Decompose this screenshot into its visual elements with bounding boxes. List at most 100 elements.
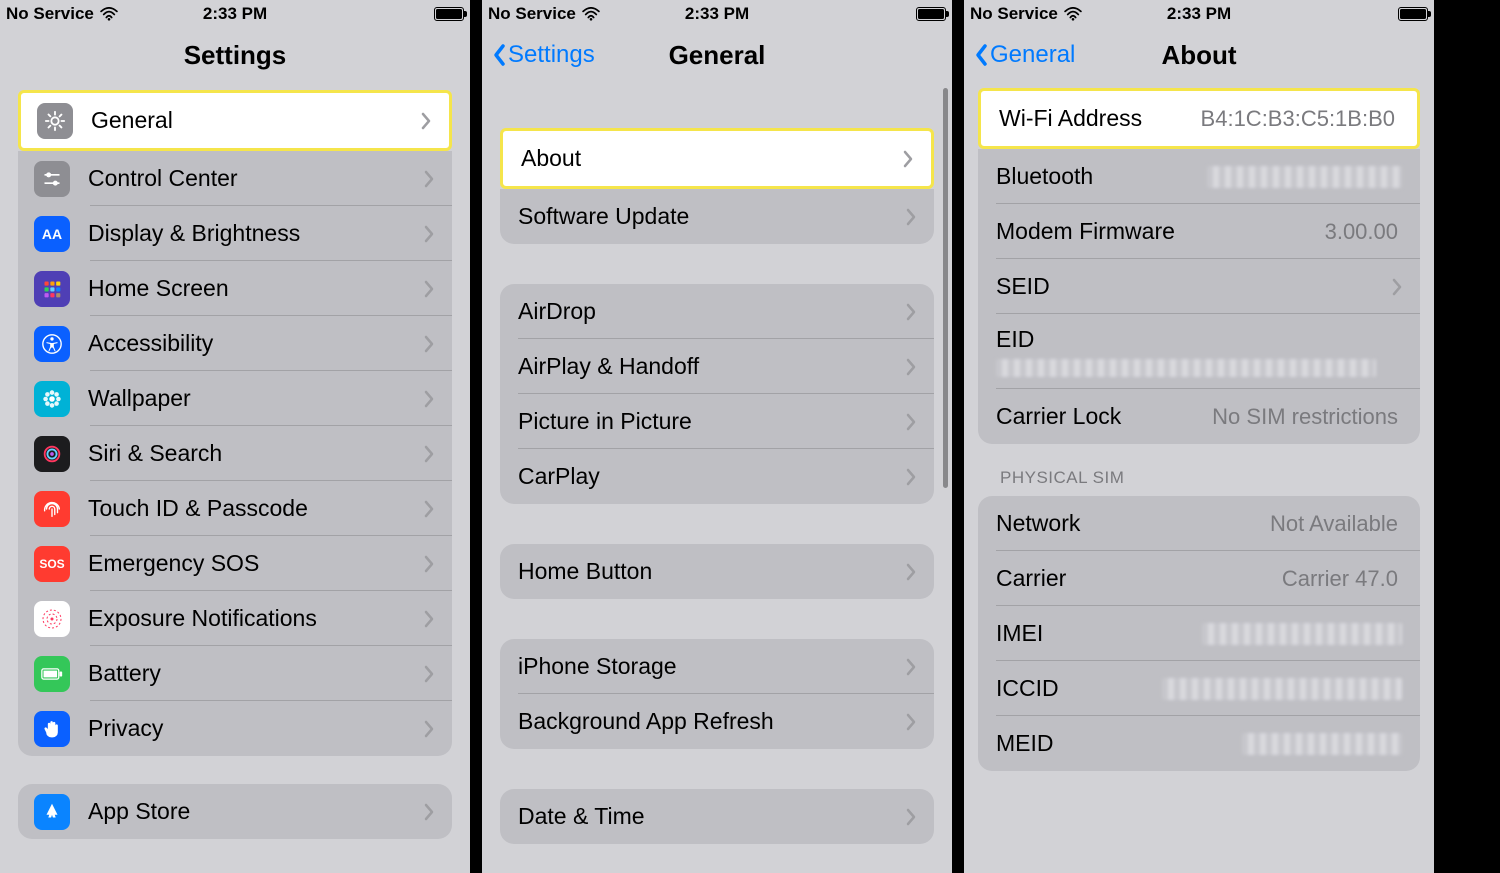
siri-icon — [34, 436, 70, 472]
settings-row-control-center[interactable]: Control Center — [18, 151, 452, 206]
about-row-carrier[interactable]: CarrierCarrier 47.0 — [978, 551, 1420, 606]
settings-row-sos[interactable]: SOS Emergency SOS — [18, 536, 452, 591]
clock: 2:33 PM — [159, 4, 312, 24]
settings-row-accessibility[interactable]: Accessibility — [18, 316, 452, 371]
row-label: Wallpaper — [88, 385, 424, 412]
about-row-wifi[interactable]: Wi-Fi Address B4:1C:B3:C5:1B:B0 — [981, 91, 1417, 146]
about-row-imei[interactable]: IMEI — [978, 606, 1420, 661]
clock: 2:33 PM — [1123, 4, 1276, 24]
general-row-pip[interactable]: Picture in Picture — [500, 394, 934, 449]
row-label: Touch ID & Passcode — [88, 495, 424, 522]
settings-row-appstore[interactable]: App Store — [18, 784, 452, 839]
row-label: Modem Firmware — [996, 218, 1325, 245]
chevron-right-icon — [906, 808, 916, 826]
clock: 2:33 PM — [641, 4, 794, 24]
row-label: MEID — [996, 730, 1242, 757]
battery-icon — [916, 7, 946, 21]
chevron-right-icon — [906, 208, 916, 226]
row-label: EID — [996, 326, 1402, 353]
about-row-wifi-highlight: Wi-Fi Address B4:1C:B3:C5:1B:B0 — [978, 88, 1420, 149]
about-row-bluetooth[interactable]: Bluetooth — [978, 149, 1420, 204]
chevron-right-icon — [424, 225, 434, 243]
about-row-seid[interactable]: SEID — [978, 259, 1420, 314]
nav-bar: General About — [964, 28, 1434, 82]
row-label: Accessibility — [88, 330, 424, 357]
back-button[interactable]: General — [974, 41, 1075, 69]
battery-icon — [1398, 7, 1428, 21]
nav-bar: Settings General — [482, 28, 952, 82]
settings-row-exposure[interactable]: Exposure Notifications — [18, 591, 452, 646]
row-label: Picture in Picture — [518, 408, 906, 435]
row-label: Software Update — [518, 203, 906, 230]
general-row-carplay[interactable]: CarPlay — [500, 449, 934, 504]
back-button[interactable]: Settings — [492, 41, 595, 69]
redacted-value — [1242, 733, 1402, 755]
chevron-right-icon — [424, 803, 434, 821]
general-row-home-button[interactable]: Home Button — [500, 544, 934, 599]
general-row-about-highlight: About — [500, 128, 934, 189]
chevron-right-icon — [424, 665, 434, 683]
general-row-background-refresh[interactable]: Background App Refresh — [500, 694, 934, 749]
row-label: Home Screen — [88, 275, 424, 302]
gear-icon — [37, 103, 73, 139]
about-row-eid[interactable]: EID — [978, 314, 1420, 389]
back-label: Settings — [508, 41, 595, 69]
general-row-storage[interactable]: iPhone Storage — [500, 639, 934, 694]
exposure-icon — [34, 601, 70, 637]
about-row-iccid[interactable]: ICCID — [978, 661, 1420, 716]
settings-row-battery[interactable]: Battery — [18, 646, 452, 701]
chevron-right-icon — [424, 555, 434, 573]
chevron-right-icon — [424, 720, 434, 738]
general-row-airdrop[interactable]: AirDrop — [500, 284, 934, 339]
chevron-right-icon — [424, 445, 434, 463]
row-label: Siri & Search — [88, 440, 424, 467]
row-label: Display & Brightness — [88, 220, 424, 247]
settings-row-display[interactable]: AA Display & Brightness — [18, 206, 452, 261]
row-label: Network — [996, 510, 1270, 537]
sos-icon: SOS — [34, 546, 70, 582]
about-row-carrier-lock[interactable]: Carrier Lock No SIM restrictions — [978, 389, 1420, 444]
settings-row-siri[interactable]: Siri & Search — [18, 426, 452, 481]
about-row-network[interactable]: NetworkNot Available — [978, 496, 1420, 551]
status-bar: No Service 2:33 PM — [964, 0, 1434, 28]
about-screen: No Service 2:33 PM General About Wi-Fi A… — [964, 0, 1446, 873]
carrier-text: No Service — [6, 4, 94, 24]
row-label: Privacy — [88, 715, 424, 742]
settings-row-touchid[interactable]: Touch ID & Passcode — [18, 481, 452, 536]
about-row-modem[interactable]: Modem Firmware 3.00.00 — [978, 204, 1420, 259]
apps-grid-icon — [34, 271, 70, 307]
general-row-airplay[interactable]: AirPlay & Handoff — [500, 339, 934, 394]
chevron-right-icon — [906, 413, 916, 431]
settings-row-general[interactable]: General — [21, 93, 449, 148]
section-header-physical-sim: PHYSICAL SIM — [964, 444, 1434, 496]
chevron-left-icon — [492, 43, 506, 67]
about-row-meid[interactable]: MEID — [978, 716, 1420, 771]
status-bar: No Service 2:33 PM — [0, 0, 470, 28]
text-size-icon: AA — [34, 216, 70, 252]
carrier-text: No Service — [488, 4, 576, 24]
status-bar: No Service 2:33 PM — [482, 0, 952, 28]
row-label: AirDrop — [518, 298, 906, 325]
battery-icon-green — [34, 656, 70, 692]
page-title: Settings — [0, 40, 470, 71]
settings-row-privacy[interactable]: Privacy — [18, 701, 452, 756]
chevron-right-icon — [1392, 278, 1402, 296]
general-row-software-update[interactable]: Software Update — [500, 189, 934, 244]
chevron-right-icon — [906, 303, 916, 321]
settings-row-home-screen[interactable]: Home Screen — [18, 261, 452, 316]
row-label: App Store — [88, 798, 424, 825]
settings-screen: No Service 2:33 PM Settings General Cont… — [0, 0, 482, 873]
row-label: CarPlay — [518, 463, 906, 490]
general-screen: No Service 2:33 PM Settings General Abou… — [482, 0, 964, 873]
chevron-right-icon — [424, 610, 434, 628]
chevron-right-icon — [424, 390, 434, 408]
scrollbar[interactable] — [943, 88, 948, 488]
redacted-value — [996, 359, 1376, 377]
row-value: 3.00.00 — [1325, 219, 1398, 245]
general-row-about[interactable]: About — [503, 131, 931, 186]
nav-bar: Settings — [0, 28, 470, 82]
row-label: Control Center — [88, 165, 424, 192]
settings-row-wallpaper[interactable]: Wallpaper — [18, 371, 452, 426]
general-row-date-time[interactable]: Date & Time — [500, 789, 934, 844]
wifi-icon — [582, 7, 600, 21]
